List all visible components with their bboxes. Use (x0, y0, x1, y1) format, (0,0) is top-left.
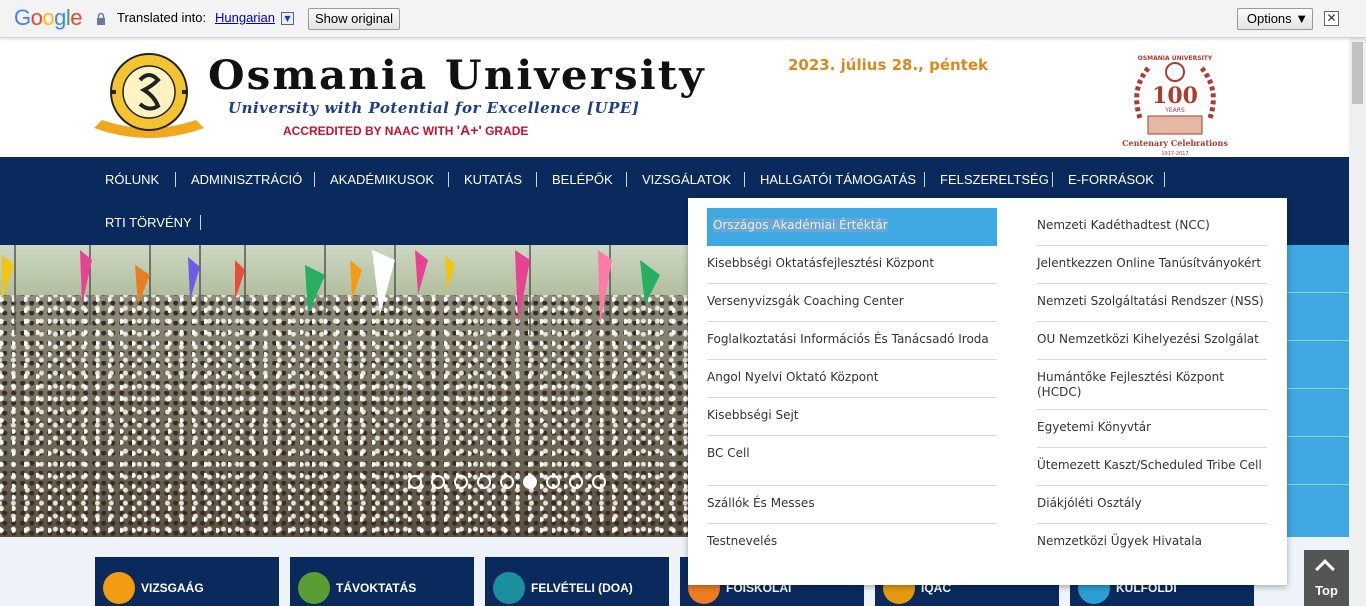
dropdown-item-label: Országos Akadémiai Értéktár (713, 218, 888, 232)
side-tab[interactable] (1284, 437, 1349, 485)
nav-separator (626, 172, 627, 187)
slider-dot[interactable] (546, 475, 560, 489)
slider-dot[interactable] (454, 475, 468, 489)
centenary-top-text: OSMANIA UNIVERSITY (1138, 55, 1213, 62)
options-button[interactable]: Options ▼ (1237, 8, 1313, 30)
dropdown-item[interactable]: Kisebbségi Sejt (707, 398, 997, 436)
dropdown-item[interactable]: Kisebbségi Oktatásfejlesztési Központ (707, 246, 997, 284)
dropdown-item[interactable]: Testnevelés (707, 524, 997, 562)
side-tab[interactable] (1284, 293, 1349, 341)
dropdown-column-left: Országos Akadémiai Értéktár Kisebbségi O… (707, 208, 997, 562)
nav-item-kutatas[interactable]: KUTATÁS (464, 172, 522, 188)
back-to-top-label: Top (1315, 583, 1338, 598)
nav-separator (1052, 172, 1053, 187)
quick-link-label: FELVÉTELI (DOA) (531, 581, 633, 595)
nav-item-felszereltseg[interactable]: FELSZERELTSÉG (940, 172, 1049, 188)
nav-item-rolunk[interactable]: RÓLUNK (105, 172, 159, 188)
slider-dots (408, 475, 606, 489)
monitor-icon (298, 572, 330, 604)
dropdown-item[interactable]: Szállók És Messes (707, 486, 997, 524)
slider-dot[interactable] (431, 475, 445, 489)
slider-dot[interactable] (408, 475, 422, 489)
nav-item-akademikusok[interactable]: AKADÉMIKUSOK (330, 172, 434, 188)
show-original-button[interactable]: Show original (308, 8, 401, 30)
nav-separator (924, 172, 925, 187)
nav-separator (744, 172, 745, 187)
dropdown-item[interactable]: Foglalkoztatási Információs És Tanácsadó… (707, 322, 997, 360)
flags-decoration (2, 245, 660, 335)
accreditation-grade: 'A+' (456, 122, 482, 138)
scrollbar-thumb[interactable] (1352, 42, 1363, 104)
dropdown-item[interactable]: Ütemezett Kaszt/Scheduled Tribe Cell (1037, 448, 1267, 486)
dropdown-item[interactable]: Nemzeti Kadéthadtest (NCC) (1037, 208, 1267, 246)
dropdown-item[interactable]: OU Nemzetközi Kihelyezési Szolgálat (1037, 322, 1267, 360)
dropdown-item[interactable]: BC Cell (707, 436, 997, 486)
close-icon[interactable]: ✕ (1324, 11, 1339, 26)
dropdown-item[interactable]: Diákjóléti Osztály (1037, 486, 1267, 524)
dropdown-item[interactable]: Humántőke Fejlesztési Központ (HCDC) (1037, 360, 1267, 410)
centenary-logo: OSMANIA UNIVERSITY 100 YEARS Centenary C… (1122, 55, 1228, 157)
side-tab[interactable] (1284, 245, 1349, 293)
accreditation-text: ACCREDITED BY NAAC WITH 'A+' GRADE (283, 122, 528, 138)
dropdown-item[interactable]: Angol Nyelvi Oktató Központ (707, 360, 997, 398)
nav-separator (1164, 172, 1165, 187)
accreditation-prefix: ACCREDITED BY NAAC WITH (283, 124, 457, 138)
centenary-number: 100 (1152, 83, 1198, 109)
slider-dot[interactable] (477, 475, 491, 489)
nav-separator (200, 215, 201, 230)
student-support-dropdown: Országos Akadémiai Értéktár Kisebbségi O… (688, 198, 1287, 585)
university-motto: University with Potential for Excellence… (228, 99, 640, 117)
google-translate-bar: Google Translated into: Hungarian ▼ Show… (0, 0, 1366, 38)
centenary-years: YEARS (1164, 107, 1185, 114)
centenary-label: Centenary Celebrations (1122, 138, 1228, 148)
nav-separator (314, 172, 315, 187)
university-seal-logo[interactable] (92, 50, 206, 142)
lock-icon (97, 12, 105, 25)
slider-dot-active[interactable] (523, 475, 537, 489)
side-quick-tabs (1284, 245, 1349, 537)
nav-separator (536, 172, 537, 187)
side-tab[interactable] (1284, 389, 1349, 437)
slider-dot[interactable] (592, 475, 606, 489)
quick-link-vizsgaag[interactable]: VIZSGAÁG (95, 557, 279, 606)
nav-separator (175, 172, 176, 187)
nav-item-rti-torveny[interactable]: RTI TÖRVÉNY (105, 215, 192, 231)
side-tab[interactable] (1284, 341, 1349, 389)
nav-item-belepok[interactable]: BELÉPŐK (552, 172, 613, 188)
quick-link-label: TÁVOKTATÁS (336, 581, 417, 595)
nav-item-vizsgalatok[interactable]: VIZSGÁLATOK (642, 172, 731, 188)
site-header: Osmania University University with Poten… (0, 38, 1349, 157)
dropdown-item[interactable]: Egyetemi Könyvtár (1037, 410, 1267, 448)
translated-into-label: Translated into: (117, 10, 207, 25)
back-to-top-button[interactable]: Top (1304, 550, 1349, 606)
dropdown-item[interactable]: Országos Akadémiai Értéktár (707, 208, 997, 246)
dropdown-item[interactable]: Versenyvizsgák Coaching Center (707, 284, 997, 322)
chevron-up-icon (1315, 559, 1335, 579)
dropdown-item[interactable]: Jelentkezzen Online Tanúsítványokért (1037, 246, 1267, 284)
current-date: 2023. július 28., péntek (788, 56, 989, 74)
nav-item-e-forrasok[interactable]: E-FORRÁSOK (1068, 172, 1154, 188)
page-scrollbar[interactable] (1349, 38, 1366, 606)
slider-dot[interactable] (569, 475, 583, 489)
nav-item-adminisztracio[interactable]: ADMINISZTRÁCIÓ (191, 172, 302, 188)
quick-link-felveteli[interactable]: FELVÉTELI (DOA) (485, 557, 669, 606)
graduation-cap-icon (493, 572, 525, 604)
quick-link-tavoktatas[interactable]: TÁVOKTATÁS (290, 557, 474, 606)
nav-separator (448, 172, 449, 187)
dropdown-column-right: Nemzeti Kadéthadtest (NCC) Jelentkezzen … (1037, 208, 1267, 562)
slider-dot[interactable] (500, 475, 514, 489)
dropdown-item[interactable]: Nemzeti Szolgáltatási Rendszer (NSS) (1037, 284, 1267, 322)
dropdown-item[interactable]: Nemzetközi Ügyek Hivatala (1037, 524, 1267, 562)
language-dropdown-icon[interactable]: ▼ (281, 12, 294, 25)
language-link[interactable]: Hungarian (215, 10, 275, 25)
accreditation-suffix: GRADE (481, 124, 529, 138)
quick-link-label: VIZSGAÁG (141, 581, 204, 595)
university-name: Osmania University (208, 52, 706, 99)
google-logo: Google (14, 5, 83, 30)
building-icon (103, 572, 135, 604)
nav-item-hallgatoi-tamogatas[interactable]: HALLGATÓI TÁMOGATÁS (760, 172, 916, 188)
